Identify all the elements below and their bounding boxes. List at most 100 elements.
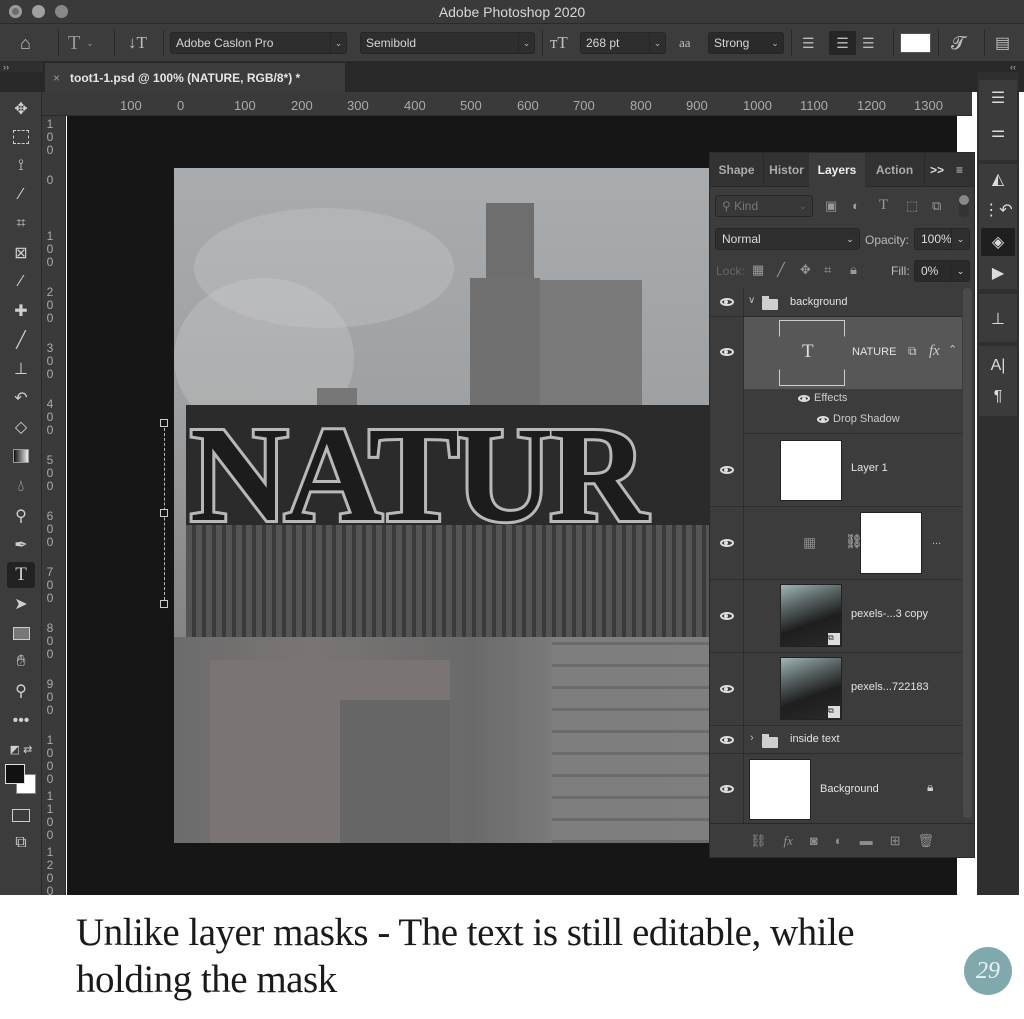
- layer-row-smart-object[interactable]: ⧉ pexels-...3 copy: [710, 580, 962, 653]
- transform-handle[interactable]: [160, 600, 168, 608]
- default-colors-icon[interactable]: ◩ ⇄: [7, 736, 35, 762]
- lock-artboard-icon[interactable]: ⌗: [824, 262, 831, 278]
- pen-tool-icon[interactable]: ✒︎: [7, 532, 35, 558]
- font-style-select[interactable]: Semibold ⌄: [360, 32, 535, 54]
- actions-icon[interactable]: ⋮↶: [981, 196, 1015, 224]
- rectangle-tool-icon[interactable]: [7, 620, 35, 646]
- fx-icon[interactable]: fx: [929, 343, 940, 360]
- lock-transparent-pixels-icon[interactable]: ▦: [752, 262, 764, 278]
- blur-tool-icon[interactable]: 💧︎: [7, 474, 35, 500]
- chevron-down-icon[interactable]: ∨: [748, 295, 755, 306]
- nature-text-layer[interactable]: NATUR: [186, 405, 710, 637]
- filter-shape-icon[interactable]: ⬚: [906, 198, 918, 214]
- play-action-icon[interactable]: ▶: [981, 259, 1015, 287]
- marquee-tool-icon[interactable]: [7, 124, 35, 150]
- visibility-toggle[interactable]: [710, 507, 744, 579]
- clone-source-icon[interactable]: ⊥: [981, 305, 1015, 333]
- text-color-swatch[interactable]: [900, 33, 931, 53]
- align-right-button[interactable]: ☰: [862, 31, 875, 55]
- delete-layer-icon[interactable]: 🗑︎: [918, 833, 935, 849]
- screen-mode-icon[interactable]: ⧉: [7, 830, 35, 856]
- move-tool-icon[interactable]: ✥: [7, 96, 35, 122]
- layer-row-background[interactable]: Background 🔒︎: [710, 754, 962, 823]
- align-left-button[interactable]: ☰: [802, 31, 815, 55]
- filter-smart-object-icon[interactable]: ⧉: [932, 198, 941, 214]
- toggle-text-orientation-icon[interactable]: ↓T: [128, 31, 147, 55]
- lock-all-icon[interactable]: 🔒︎: [850, 262, 857, 278]
- tab-actions[interactable]: Action: [865, 153, 925, 187]
- panel-menu-icon[interactable]: ≡: [956, 153, 963, 187]
- font-family-select[interactable]: Adobe Caslon Pro ⌄: [170, 32, 347, 54]
- layer-row-adjustment[interactable]: ▦ ⛓︎ ...: [710, 507, 962, 580]
- chevron-right-icon[interactable]: ›: [750, 732, 754, 744]
- brush-presets-icon[interactable]: ⚌: [981, 118, 1015, 146]
- visibility-toggle[interactable]: [710, 580, 744, 652]
- eraser-tool-icon[interactable]: ◇: [7, 414, 35, 440]
- close-tab-icon[interactable]: ×: [53, 71, 60, 85]
- visibility-toggle[interactable]: [710, 726, 744, 753]
- visibility-toggle[interactable]: [710, 288, 744, 316]
- new-adjustment-layer-icon[interactable]: ◐: [835, 833, 843, 848]
- filter-toggle[interactable]: [959, 195, 969, 217]
- add-layer-style-icon[interactable]: fx: [783, 833, 792, 849]
- layer-row-group-inside-text[interactable]: › inside text: [710, 726, 962, 754]
- opacity-input[interactable]: 100% ⌄: [914, 228, 970, 250]
- new-layer-icon[interactable]: ⊞: [890, 833, 901, 849]
- history-icon[interactable]: ◭: [981, 165, 1015, 193]
- eye-icon[interactable]: [798, 394, 810, 402]
- fill-input[interactable]: 0% ⌄: [914, 260, 970, 282]
- panel-overflow-button[interactable]: >>: [930, 153, 944, 187]
- transform-handle[interactable]: [160, 509, 168, 517]
- lasso-tool-icon[interactable]: ⟟: [7, 153, 35, 179]
- eyedropper-tool-icon[interactable]: ⁄: [7, 269, 35, 295]
- tab-layers[interactable]: Layers: [809, 153, 865, 187]
- lock-position-icon[interactable]: ✥: [800, 262, 811, 278]
- path-selection-tool-icon[interactable]: ➤: [7, 591, 35, 617]
- filter-kind-select[interactable]: ⚲ Kind ⌄: [715, 195, 813, 217]
- link-layers-icon[interactable]: ⛓︎: [750, 833, 767, 849]
- tool-preset-text-icon[interactable]: T ⌄: [68, 31, 94, 55]
- nature-text[interactable]: NATUR: [187, 405, 650, 548]
- layer-row-group-background[interactable]: ∨ background: [710, 288, 962, 317]
- filter-pixel-icon[interactable]: ▣: [825, 198, 837, 214]
- healing-brush-tool-icon[interactable]: ✚: [7, 298, 35, 324]
- eye-icon[interactable]: [817, 415, 829, 423]
- visibility-toggle[interactable]: [710, 317, 744, 434]
- layer-mask-thumbnail[interactable]: [860, 512, 922, 574]
- warp-text-icon[interactable]: 𝓣: [951, 31, 965, 55]
- zoom-tool-icon[interactable]: ⚲: [7, 678, 35, 704]
- visibility-toggle[interactable]: [710, 653, 744, 725]
- drop-shadow-row[interactable]: Drop Shadow: [817, 413, 900, 425]
- antialias-select[interactable]: Strong ⌄: [708, 32, 784, 54]
- foreground-color-swatch[interactable]: [5, 764, 25, 784]
- document-tab[interactable]: × toot1-1.psd @ 100% (NATURE, RGB/8*) *: [45, 63, 345, 92]
- layers-scrollbar[interactable]: [963, 288, 972, 818]
- collapse-effects-icon[interactable]: ⌃: [948, 343, 957, 356]
- clone-stamp-tool-icon[interactable]: ⊥: [7, 356, 35, 382]
- add-mask-icon[interactable]: ◙: [810, 833, 818, 848]
- character-icon[interactable]: A|: [981, 352, 1015, 380]
- layer-row-text-nature[interactable]: T NATURE ⧉ fx ⌃: [744, 317, 962, 389]
- filter-type-icon[interactable]: T: [879, 197, 888, 214]
- font-size-select[interactable]: 268 pt ⌄: [580, 32, 666, 54]
- magic-wand-tool-icon[interactable]: ⁄: [7, 182, 35, 208]
- lock-image-pixels-icon[interactable]: ╱: [777, 262, 785, 278]
- effects-row[interactable]: Effects: [798, 392, 847, 404]
- hand-tool-icon[interactable]: ✋︎: [7, 649, 35, 675]
- layer-row-layer-1[interactable]: Layer 1: [710, 434, 962, 507]
- home-icon[interactable]: ⌂: [20, 31, 31, 55]
- brush-tool-icon[interactable]: ╱: [7, 327, 35, 353]
- type-tool-icon[interactable]: T: [7, 562, 35, 588]
- layer-row-smart-object[interactable]: ⧉ pexels...722183: [710, 653, 962, 726]
- layers-panel-icon[interactable]: ◈: [981, 228, 1015, 256]
- transform-handle[interactable]: [160, 419, 168, 427]
- paragraph-icon[interactable]: ¶: [981, 383, 1015, 411]
- brush-settings-icon[interactable]: ☰: [981, 84, 1015, 112]
- blend-mode-select[interactable]: Normal ⌄: [715, 228, 860, 250]
- tab-history[interactable]: Histor: [764, 153, 809, 187]
- quick-mask-icon[interactable]: [7, 802, 35, 828]
- character-panel-toggle-icon[interactable]: ▤: [995, 31, 1010, 55]
- gradient-tool-icon[interactable]: [7, 443, 35, 469]
- collapse-panels-icon[interactable]: ‹‹: [1010, 62, 1016, 72]
- tab-shape[interactable]: Shape: [710, 153, 764, 187]
